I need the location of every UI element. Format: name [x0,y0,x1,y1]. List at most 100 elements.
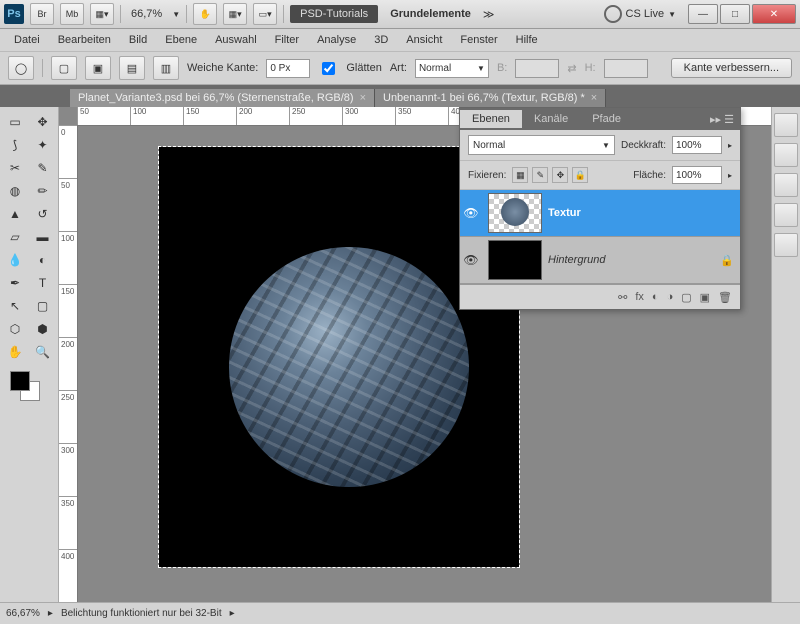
layer-hintergrund[interactable]: 👁 Hintergrund 🔒 [460,237,740,284]
menu-bild[interactable]: Bild [121,32,155,48]
menu-ansicht[interactable]: Ansicht [398,32,450,48]
opacity-input[interactable]: 100% [672,136,722,154]
close-tab-icon[interactable]: × [360,92,366,104]
eraser-tool[interactable]: ▱ [2,226,28,248]
menu-bearbeiten[interactable]: Bearbeiten [50,32,119,48]
status-msg: Belichtung funktioniert nur bei 32-Bit [61,608,222,619]
panel-tab-pfade[interactable]: Pfade [580,110,633,128]
screen-btn[interactable]: ▭▾ [253,3,277,25]
lock-trans-icon[interactable]: ▦ [512,167,528,183]
layers-footer: ⚯ fx ◐ ◑ ▢ ▣ 🗑 [460,284,740,309]
screen-mode-btn[interactable]: ▦▾ [90,3,114,25]
move-tool[interactable]: ✥ [30,111,56,133]
lasso-tool[interactable]: ⟆ [2,134,28,156]
marquee-tool-icon[interactable]: ◯ [8,56,34,80]
workspace-grund[interactable]: Grundelemente [384,8,477,20]
minimize-btn[interactable]: — [688,4,718,24]
marquee-tool[interactable]: ▭ [2,111,28,133]
brush-tool[interactable]: ✏ [30,180,56,202]
type-tool[interactable]: T [30,272,56,294]
mask-icon[interactable]: ◐ [652,291,659,303]
blur-tool[interactable]: 💧 [2,249,28,271]
blend-mode-select[interactable]: Normal▼ [468,135,615,155]
visibility-icon[interactable]: 👁 [460,206,482,220]
close-tab-icon[interactable]: × [591,92,597,104]
dock-icon[interactable] [774,173,798,197]
visibility-icon[interactable]: 👁 [460,253,482,267]
lock-paint-icon[interactable]: ✎ [532,167,548,183]
panel-tab-ebenen[interactable]: Ebenen [460,110,522,128]
lock-all-icon[interactable]: 🔒 [572,167,588,183]
history-tool[interactable]: ↺ [30,203,56,225]
workspace-label[interactable]: PSD-Tutorials [290,5,378,23]
deckkraft-label: Deckkraft: [621,140,666,151]
menu-filter[interactable]: Filter [267,32,307,48]
more-icon[interactable]: ≫ [483,8,495,21]
menu-fenster[interactable]: Fenster [452,32,505,48]
new-layer-icon[interactable]: ▣ [700,291,710,304]
fill-input[interactable]: 100% [672,166,722,184]
menu-analyse[interactable]: Analyse [309,32,364,48]
menu-datei[interactable]: Datei [6,32,48,48]
group-icon[interactable]: ▢ [681,291,691,304]
feather-input[interactable]: 0 Px [266,59,310,78]
fx-icon[interactable]: fx [635,291,644,303]
status-zoom[interactable]: 66,67% [6,608,40,619]
menu-auswahl[interactable]: Auswahl [207,32,265,48]
stamp-tool[interactable]: ▲ [2,203,28,225]
adjust-icon[interactable]: ◑ [667,291,674,303]
panel-tab-kanale[interactable]: Kanäle [522,110,580,128]
pen-tool[interactable]: ✒ [2,272,28,294]
crop-tool[interactable]: ✂ [2,157,28,179]
close-btn[interactable]: ✕ [752,4,796,24]
layer-textur[interactable]: 👁 Textur [460,190,740,237]
gradient-tool[interactable]: ▬ [30,226,56,248]
menu-3d[interactable]: 3D [366,32,396,48]
hand-btn[interactable]: ✋ [193,3,217,25]
wand-tool[interactable]: ✦ [30,134,56,156]
refine-edge-btn[interactable]: Kante verbessern... [671,58,792,78]
menu-ebene[interactable]: Ebene [157,32,205,48]
zoom-tool[interactable]: 🔍 [30,341,56,363]
eyedrop-tool[interactable]: ✎ [30,157,56,179]
link-icon[interactable]: ⚯ [618,291,627,304]
art-select[interactable]: Normal▼ [415,59,489,78]
panel-menu-icon[interactable]: ▸▸ ☰ [704,113,740,126]
heal-tool[interactable]: ◍ [2,180,28,202]
hand-tool[interactable]: ✋ [2,341,28,363]
shape-tool[interactable]: ▢ [30,295,56,317]
maximize-btn[interactable]: □ [720,4,750,24]
layer-thumb[interactable] [488,240,542,280]
path-tool[interactable]: ↖ [2,295,28,317]
lock-pos-icon[interactable]: ✥ [552,167,568,183]
dock-icon[interactable] [774,203,798,227]
canvas-area[interactable]: 50100150200250300350400450 0501001502002… [59,107,771,602]
glatten-label: Glätten [346,62,381,74]
cslive-label[interactable]: CS Live [626,8,665,20]
dock-icon[interactable] [774,233,798,257]
arrange-btn[interactable]: ▦▾ [223,3,247,25]
fg-color-swatch[interactable] [10,371,30,391]
mb-btn[interactable]: Mb [60,3,84,25]
glatten-checkbox[interactable] [322,62,335,75]
doc-tab-2[interactable]: Unbenannt-1 bei 66,7% (Textur, RGB/8) *× [375,89,606,107]
menu-hilfe[interactable]: Hilfe [508,32,546,48]
h-label: H: [585,62,596,74]
3d-tool[interactable]: ⬡ [2,318,28,340]
doc-tab-1[interactable]: Planet_Variante3.psd bei 66,7% (Sternens… [70,89,375,107]
cslive-icon [604,5,622,23]
3d-cam-tool[interactable]: ⬢ [30,318,56,340]
sel-sub-icon[interactable]: ▤ [119,56,145,80]
sel-int-icon[interactable]: ▥ [153,56,179,80]
trash-icon[interactable]: 🗑 [718,291,732,304]
dock-icon[interactable] [774,143,798,167]
layer-thumb[interactable] [488,193,542,233]
dock-icon[interactable] [774,113,798,137]
titlebar: Ps Br Mb ▦▾ 66,7%▼ ✋ ▦▾ ▭▾ PSD-Tutorials… [0,0,800,29]
sel-add-icon[interactable]: ▣ [85,56,111,80]
dodge-tool[interactable]: ◐ [30,249,56,271]
sel-new-icon[interactable]: ▢ [51,56,77,80]
color-swatches[interactable] [2,369,56,405]
br-btn[interactable]: Br [30,3,54,25]
zoom-display[interactable]: 66,7% [127,8,166,20]
